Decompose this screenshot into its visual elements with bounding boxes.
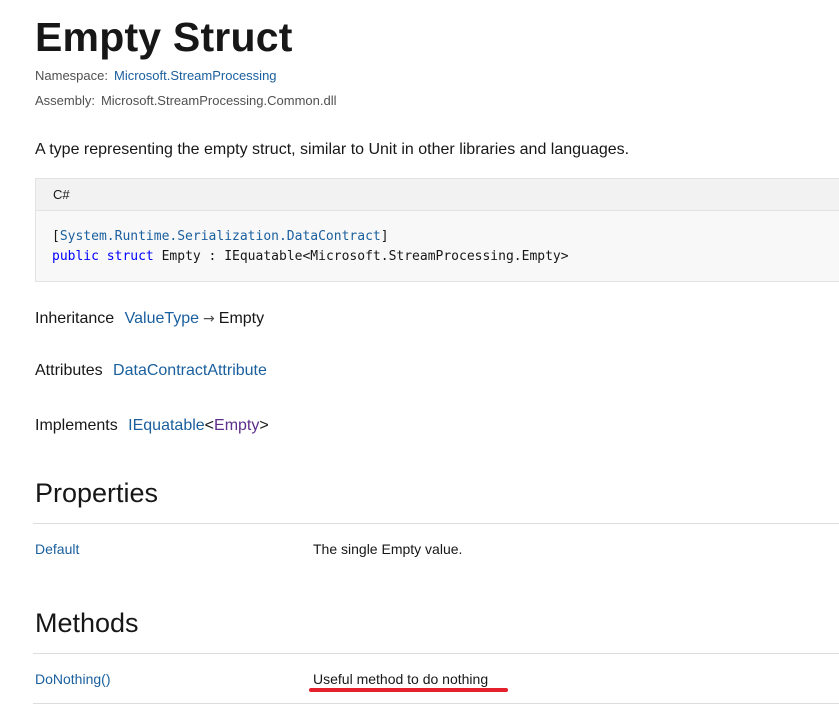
implements-type-arg-link[interactable]: Empty bbox=[214, 417, 259, 434]
assembly-value: Microsoft.StreamProcessing.Common.dll bbox=[100, 93, 337, 108]
inheritance-label: Inheritance bbox=[35, 310, 115, 327]
generic-open: < bbox=[204, 417, 215, 434]
inheritance-base-link[interactable]: ValueType bbox=[125, 310, 199, 327]
type-description: A type representing the empty struct, si… bbox=[35, 141, 630, 158]
attributes-link[interactable]: DataContractAttribute bbox=[113, 362, 267, 379]
inheritance-row: Inheritance ValueType → Empty bbox=[35, 310, 264, 328]
implements-interface-link[interactable]: IEquatable bbox=[128, 417, 205, 434]
table-bottom-divider bbox=[33, 703, 839, 704]
assembly-line: Assembly: Microsoft.StreamProcessing.Comm… bbox=[35, 93, 337, 108]
method-donothing-link[interactable]: DoNothing() bbox=[35, 671, 110, 687]
properties-divider bbox=[33, 523, 839, 524]
code-declaration: Empty : IEquatable<Microsoft.StreamProce… bbox=[153, 249, 569, 264]
methods-heading: Methods bbox=[35, 608, 139, 638]
code-bracket-open: [ bbox=[52, 229, 60, 244]
annotation-underline bbox=[309, 688, 508, 692]
implements-row: Implements IEquatable<Empty> bbox=[35, 417, 269, 435]
code-language-label: C# bbox=[36, 179, 839, 211]
methods-divider bbox=[33, 653, 839, 654]
inheritance-current: Empty bbox=[218, 310, 265, 327]
code-attribute: System.Runtime.Serialization.DataContrac… bbox=[59, 229, 381, 244]
arrow-right-icon: → bbox=[203, 311, 215, 327]
code-keyword-public: public bbox=[52, 249, 99, 264]
code-block: C# [System.Runtime.Serialization.DataCon… bbox=[35, 178, 839, 282]
properties-heading: Properties bbox=[35, 478, 159, 508]
namespace-label: Namespace: bbox=[35, 68, 108, 83]
namespace-link[interactable]: Microsoft.StreamProcessing bbox=[114, 68, 277, 83]
property-default-link[interactable]: Default bbox=[35, 541, 79, 557]
namespace-line: Namespace: Microsoft.StreamProcessing bbox=[35, 68, 277, 83]
implements-label: Implements bbox=[35, 417, 118, 434]
property-default-description: The single Empty value. bbox=[313, 541, 463, 557]
page-title: Empty Struct bbox=[35, 14, 293, 60]
code-bracket-close: ] bbox=[380, 229, 389, 244]
method-donothing-description: Useful method to do nothing bbox=[313, 671, 489, 687]
assembly-label: Assembly: bbox=[35, 93, 95, 108]
attributes-row: Attributes DataContractAttribute bbox=[35, 362, 267, 380]
attributes-label: Attributes bbox=[35, 362, 103, 379]
code-keyword-struct: struct bbox=[106, 249, 154, 264]
code-content[interactable]: [System.Runtime.Serialization.DataContra… bbox=[36, 211, 839, 267]
generic-close: > bbox=[259, 417, 269, 434]
